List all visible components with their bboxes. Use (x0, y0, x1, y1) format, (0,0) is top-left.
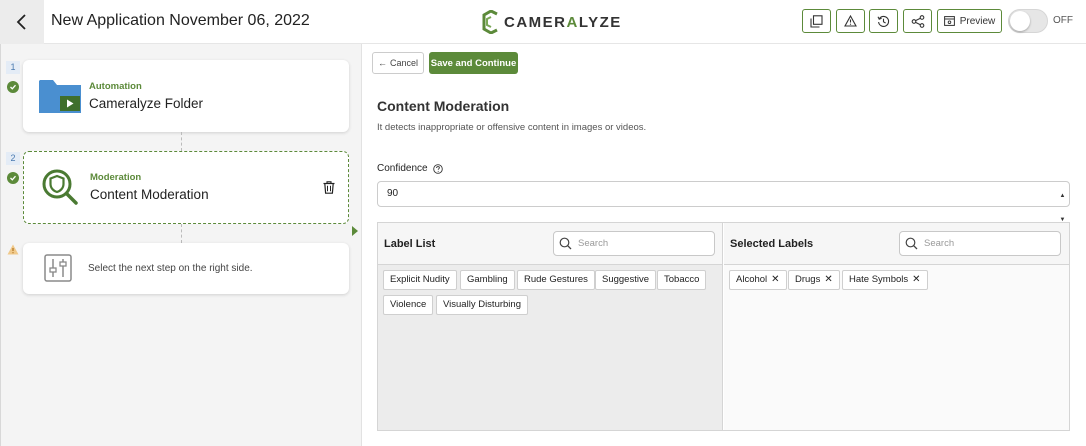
section-description: It detects inappropriate or offensive co… (377, 122, 647, 133)
confidence-label: Confidence (377, 163, 443, 174)
step-card-moderation[interactable]: Moderation Content Moderation (23, 151, 349, 224)
cancel-button[interactable]: ← Cancel (372, 52, 424, 74)
search-placeholder: Search (578, 238, 609, 249)
step-connector (181, 224, 182, 243)
label-list-header: Label List Search (378, 223, 722, 265)
copy-icon (810, 14, 823, 28)
logo-text: CAMERALYZE (504, 13, 622, 31)
preview-label: Preview (959, 15, 996, 27)
check-icon (7, 81, 19, 93)
step-category: Automation (89, 81, 142, 92)
label-chip[interactable]: Rude Gestures (517, 270, 595, 290)
back-button[interactable] (0, 0, 44, 44)
folder-video-icon (39, 80, 81, 113)
label-chip[interactable]: Visually Disturbing (436, 295, 528, 315)
preview-button[interactable]: Preview (937, 9, 1002, 33)
step-card-automation[interactable]: Automation Cameralyze Folder (23, 60, 349, 132)
cancel-label: Cancel (389, 58, 418, 68)
label-lists: Label List Search Explicit Nudity Gambli… (377, 222, 1070, 431)
step-number-1: 1 (6, 61, 20, 74)
search-placeholder: Search (924, 238, 955, 249)
workflow-steps-column: 1 Automation Cameralyze Folder 2 Moderat… (0, 44, 361, 446)
step-title: Content Moderation (90, 187, 209, 202)
label-list-search-input[interactable]: Search (553, 231, 715, 256)
selected-labels-header: Selected Labels Search (724, 223, 1069, 265)
step-connector (181, 132, 182, 151)
publish-toggle[interactable] (1008, 9, 1048, 33)
warning-icon (7, 244, 19, 255)
trash-icon[interactable] (323, 181, 335, 194)
selected-labels-title: Selected Labels (730, 238, 814, 250)
application-title: New Application November 06, 2022 (51, 12, 310, 29)
history-icon (877, 15, 890, 27)
cameralyze-logo: CAMERALYZE (482, 8, 622, 36)
step-number-2: 2 (6, 152, 20, 165)
app-header: New Application November 06, 2022 CAMERA… (0, 0, 1086, 44)
search-icon (905, 237, 918, 250)
preview-icon (943, 16, 955, 26)
toggle-knob (1010, 11, 1030, 31)
label-list-pane: Label List Search Explicit Nudity Gambli… (378, 223, 723, 430)
confidence-value: 90 (387, 188, 399, 199)
share-icon (911, 14, 924, 28)
step-card-next[interactable]: Select the next step on the right side. (23, 243, 349, 294)
number-spinner[interactable]: ▲ ▼ (1058, 184, 1067, 223)
label-chip[interactable]: Suggestive (595, 270, 657, 290)
search-icon (559, 237, 572, 250)
toggle-state-label: OFF (1053, 15, 1073, 26)
label-chip[interactable]: Tobacco (657, 270, 707, 290)
step-settings-panel: ← Cancel Save and Continue Content Moder… (361, 44, 1086, 446)
section-title: Content Moderation (377, 98, 510, 114)
save-and-continue-button[interactable]: Save and Continue (429, 52, 518, 74)
next-step-hint: Select the next step on the right side. (88, 263, 253, 274)
label-list-title: Label List (384, 238, 436, 250)
step-title: Cameralyze Folder (89, 96, 204, 111)
step-category: Moderation (90, 172, 142, 183)
confidence-input[interactable]: 90 ▲ ▼ (377, 181, 1070, 223)
selected-labels-pane: Selected Labels Search Alcohol ✕ Drugs ✕ H… (724, 223, 1069, 430)
chevron-left-icon (16, 14, 26, 30)
duplicate-button[interactable] (802, 9, 831, 33)
remove-icon[interactable]: ✕ (912, 274, 920, 285)
remove-icon[interactable]: ✕ (771, 274, 779, 285)
active-step-arrow-icon (352, 226, 358, 236)
selected-label-chip[interactable]: Drugs ✕ (788, 270, 840, 290)
selected-label-text: Alcohol (736, 274, 768, 285)
moderation-search-icon (42, 169, 78, 205)
label-chip[interactable]: Violence (383, 295, 434, 315)
remove-icon[interactable]: ✕ (824, 274, 832, 285)
warning-icon (844, 15, 857, 27)
selected-label-chip[interactable]: Alcohol ✕ (729, 270, 787, 290)
check-icon (7, 172, 19, 184)
selected-label-text: Drugs (795, 274, 821, 285)
selected-label-chip[interactable]: Hate Symbols ✕ (842, 270, 928, 290)
share-button[interactable] (903, 9, 932, 33)
arrow-left-icon: ← (377, 58, 387, 68)
sliders-icon (44, 254, 72, 282)
alerts-button[interactable] (836, 9, 865, 33)
selected-labels-search-input[interactable]: Search (899, 231, 1061, 256)
help-icon[interactable] (432, 163, 443, 174)
label-chip[interactable]: Gambling (460, 270, 515, 290)
spinner-up-icon[interactable]: ▲ (1060, 184, 1066, 208)
logo-mark-icon (482, 10, 498, 34)
label-chip[interactable]: Explicit Nudity (383, 270, 457, 290)
history-button[interactable] (869, 9, 898, 33)
selected-label-text: Hate Symbols (849, 274, 909, 285)
